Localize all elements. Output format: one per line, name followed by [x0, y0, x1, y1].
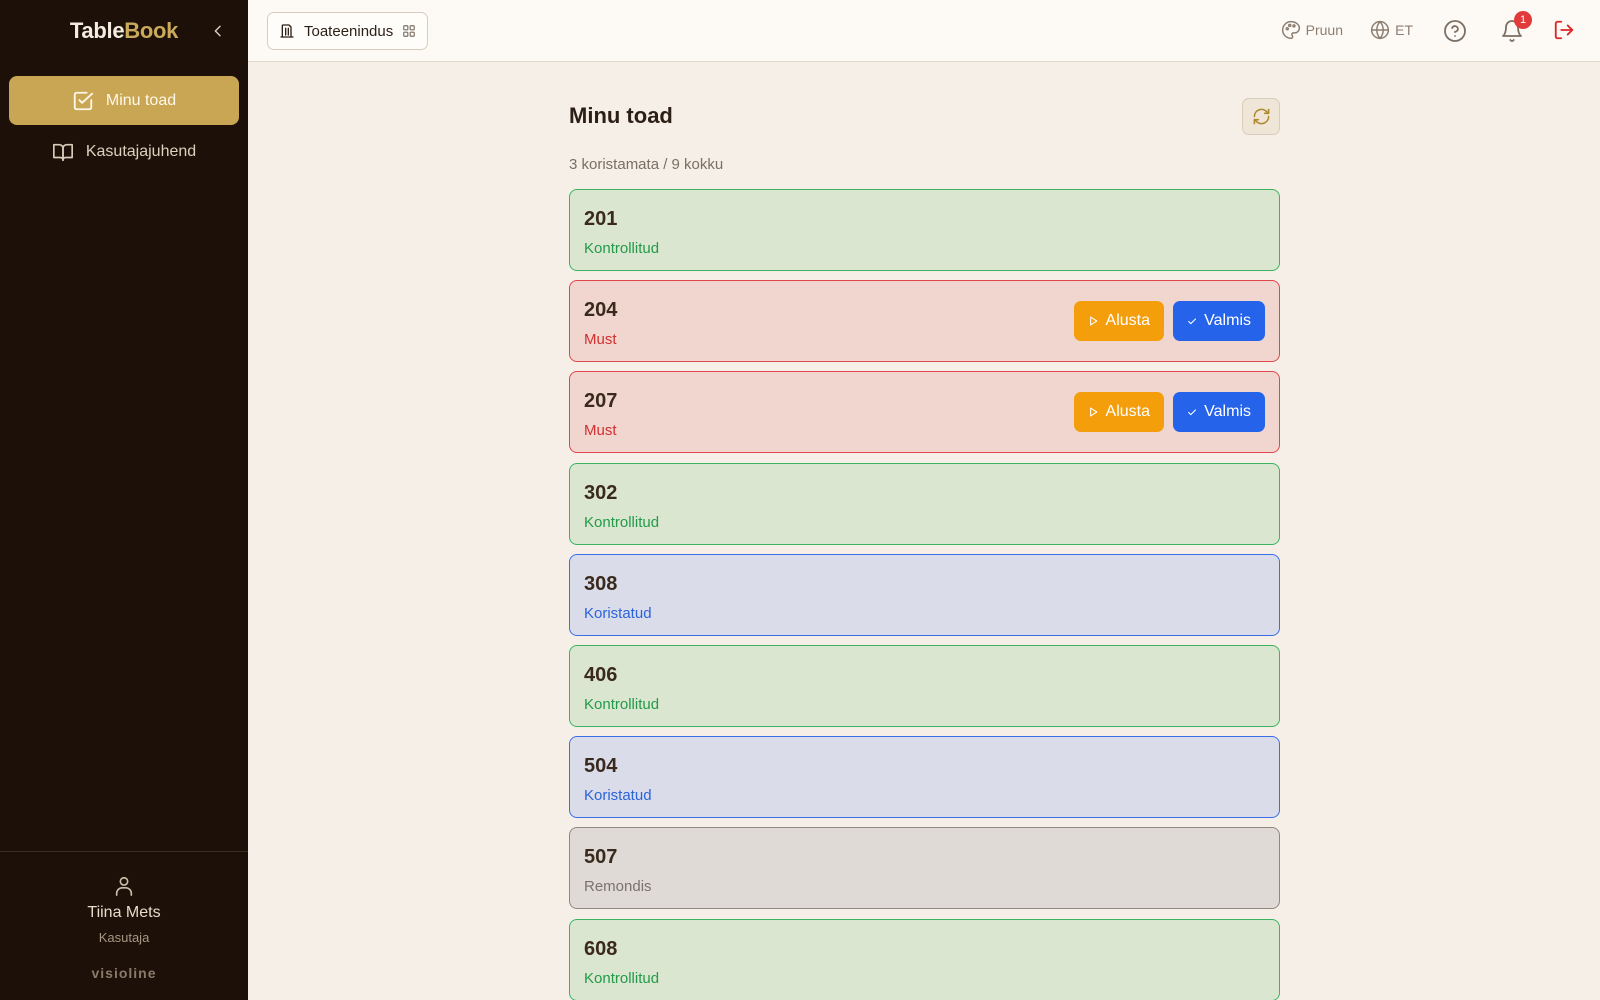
room-status: Kontrollitud	[584, 969, 660, 987]
sidebar-item-kasutajajuhend[interactable]: Kasutajajuhend	[9, 127, 239, 176]
mark-done-button[interactable]: Valmis	[1173, 301, 1265, 342]
building-icon	[280, 24, 294, 38]
room-card[interactable]: 504 Koristatud	[569, 736, 1280, 819]
done-label: Valmis	[1204, 312, 1251, 330]
brand-logo: TableBook	[70, 18, 178, 44]
room-actions: Alusta Valmis	[1074, 301, 1265, 342]
mark-done-button[interactable]: Valmis	[1173, 392, 1265, 433]
room-number: 201	[584, 208, 618, 230]
room-status: Kontrollitud	[584, 240, 660, 257]
title-row: Minu toad	[569, 62, 1280, 152]
module-label: Toateenindus	[304, 22, 394, 40]
notification-badge: 1	[1514, 11, 1532, 29]
book-icon	[52, 143, 73, 161]
module-switcher-button[interactable]: Toateenindus	[267, 12, 429, 50]
play-icon	[1090, 407, 1098, 417]
room-number: 302	[584, 481, 618, 504]
collapse-sidebar-button[interactable]	[206, 19, 230, 43]
user-panel: Tiina Mets Kasutaja visioline	[0, 851, 248, 1000]
start-cleaning-button[interactable]: Alusta	[1074, 392, 1164, 433]
room-card[interactable]: 308 Koristatud	[569, 553, 1280, 636]
notifications-button[interactable]: 1	[1500, 11, 1532, 43]
start-label: Alusta	[1105, 312, 1150, 330]
chevron-left-icon	[214, 25, 221, 37]
language-selector[interactable]: ET	[1370, 20, 1413, 40]
user-icon	[0, 874, 248, 898]
user-name: Tiina Mets	[87, 904, 161, 921]
room-status: Kontrollitud	[584, 513, 660, 531]
room-number: 507	[584, 846, 618, 869]
page-title: Minu toad	[569, 103, 673, 128]
logout-icon	[1554, 20, 1574, 40]
room-card[interactable]: 507 Remondis	[569, 827, 1280, 910]
theme-selector[interactable]: Pruun	[1281, 20, 1343, 40]
room-card[interactable]: 406 Kontrollitud	[569, 644, 1280, 727]
brand-part-2: Book	[124, 17, 179, 43]
room-actions: Alusta Valmis	[1074, 392, 1265, 433]
checkbox-icon	[73, 91, 93, 110]
room-status: Kontrollitud	[584, 695, 660, 713]
sidebar-item-label: Minu toad	[105, 91, 177, 109]
play-icon	[1090, 316, 1098, 326]
sidebar-item-label: Kasutajajuhend	[85, 142, 197, 160]
room-number: 406	[584, 663, 618, 686]
user-role: Kasutaja	[98, 930, 150, 945]
main-content: Minu toad	[569, 62, 1280, 152]
done-label: Valmis	[1204, 403, 1251, 421]
check-icon	[1188, 409, 1197, 416]
room-card[interactable]: 207 Must Alusta Valmis	[569, 371, 1280, 454]
room-status: Remondis	[584, 878, 652, 896]
grid-icon	[403, 25, 416, 37]
sidebar-item-minu-toad[interactable]: Minu toad	[9, 76, 239, 125]
start-cleaning-button[interactable]: Alusta	[1074, 301, 1164, 342]
room-status: Koristatud	[584, 787, 652, 805]
sidebar: TableBook Minu toad Kasutajajuhend Tiina…	[0, 0, 248, 1000]
theme-label: Pruun	[1305, 22, 1343, 38]
room-card[interactable]: 204 Must Alusta Valmis	[569, 280, 1280, 363]
room-card[interactable]: 201 Kontrollitud	[569, 189, 1280, 271]
start-label: Alusta	[1105, 403, 1150, 421]
palette-icon	[1281, 20, 1300, 40]
refresh-button[interactable]	[1242, 98, 1280, 135]
room-number: 308	[584, 572, 618, 595]
room-card[interactable]: 608 Kontrollitud	[569, 918, 1280, 1000]
rooms-summary: 3 koristamata / 9 kokku	[569, 156, 724, 173]
help-button[interactable]	[1443, 19, 1467, 43]
refresh-icon	[1253, 108, 1269, 125]
room-number: 608	[584, 937, 618, 960]
vendor-logo: visioline	[91, 965, 157, 981]
globe-icon	[1371, 20, 1390, 40]
room-list: 201 Kontrollitud 204 Must Alusta Valmis 207 Mus…	[569, 189, 1280, 1000]
sidebar-nav: Minu toad Kasutajajuhend	[0, 61, 248, 176]
room-card[interactable]: 302 Kontrollitud	[569, 462, 1280, 545]
help-circle-icon	[1444, 20, 1466, 42]
topbar: Toateenindus Pruun ET 1	[248, 0, 1600, 62]
brand-row: TableBook	[0, 0, 248, 61]
brand-part-1: Table	[69, 17, 125, 43]
room-number: 504	[584, 755, 618, 778]
room-status: Koristatud	[584, 604, 652, 622]
logout-button[interactable]	[1553, 19, 1575, 41]
language-label: ET	[1395, 22, 1413, 38]
check-icon	[1188, 318, 1197, 324]
